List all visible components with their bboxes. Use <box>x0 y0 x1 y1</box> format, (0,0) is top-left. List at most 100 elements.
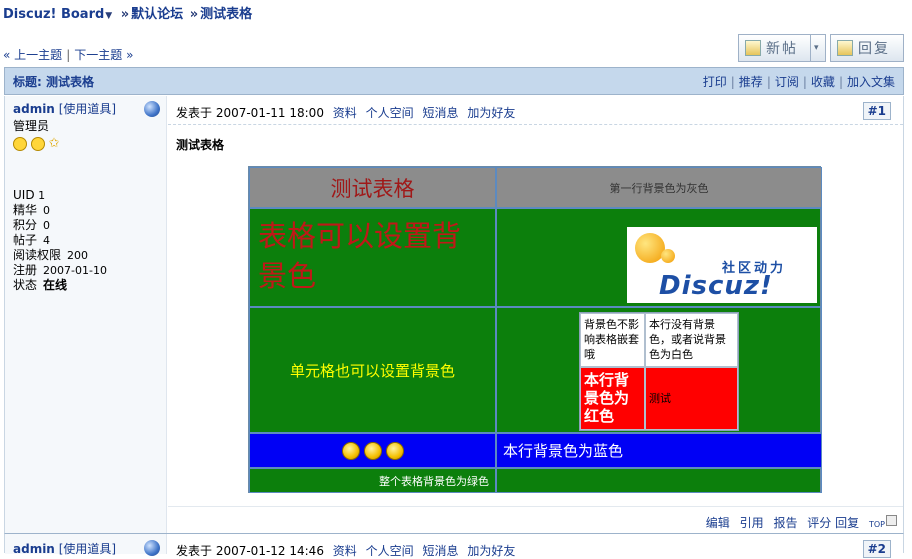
nested-cell: 本行背景色为红色 <box>580 367 645 430</box>
post-1: admin [使用道具] 管理员 ✩ UID 1 精华 0 积分 0 帖子 4 阅读权… <box>4 96 904 533</box>
breadcrumb-separator: » <box>189 7 199 22</box>
new-post-icon <box>745 40 761 56</box>
table-cell: 表格可以设置背景色 <box>249 208 496 307</box>
online-globe-icon <box>144 540 160 556</box>
author-name[interactable]: admin <box>13 102 55 116</box>
table-cell: 第一行背景色为灰色 <box>496 167 822 208</box>
thread-title-bar: 标题: 测试表格 打印 | 推荐 | 订阅 | 收藏 | 加入文集 <box>4 67 904 95</box>
prev-glyph: « <box>3 48 11 62</box>
stat-registered: 注册 2007-01-10 <box>13 263 107 277</box>
logo-text-word: Discuz! <box>659 271 773 301</box>
message-link[interactable]: 短消息 <box>422 106 458 120</box>
use-props-link[interactable]: [使用道具] <box>59 542 116 556</box>
discuz-logo: 社区动力 Discuz! <box>627 227 817 303</box>
add-friend-link[interactable]: 加为好友 <box>467 544 515 558</box>
rate-link[interactable]: 评分 <box>807 516 831 530</box>
next-thread-link[interactable]: 下一主题 <box>74 48 122 62</box>
smile-icon <box>13 136 27 151</box>
nav-divider: | <box>66 48 71 62</box>
space-link[interactable]: 个人空间 <box>366 544 414 558</box>
table-cell <box>249 433 496 468</box>
post-time: 发表于 2007-01-11 18:00 <box>176 106 324 120</box>
report-link[interactable]: 报告 <box>773 516 797 530</box>
star-icon: ✩ <box>48 136 60 151</box>
stat-digest: 精华 0 <box>13 203 51 217</box>
reply-label: 回复 <box>858 41 890 57</box>
table-cell <box>496 468 822 493</box>
subscribe-link[interactable]: 订阅 <box>775 75 799 89</box>
author-name[interactable]: admin <box>13 542 55 556</box>
reply-icon <box>837 40 853 56</box>
author-sidebar: admin [使用道具] <box>5 534 167 556</box>
new-post-dropdown[interactable]: ▾ <box>810 34 826 62</box>
favorite-link[interactable]: 收藏 <box>811 75 835 89</box>
edit-link[interactable]: 编辑 <box>706 516 730 530</box>
post-content: 发表于 2007-01-11 18:00 资料 个人空间 短消息 加为好友 #1… <box>168 96 903 533</box>
post-title: 测试表格 <box>176 138 225 152</box>
stat-read-permission: 阅读权限 200 <box>13 248 89 262</box>
author-role: 管理员 <box>13 119 50 133</box>
post-footer: 编辑 引用 报告 评分 回复 TOP <box>168 506 903 530</box>
nested-table: 背景色不影响表格嵌套哦 本行没有背景色，或者说背景色为白色 本行背景色为红色 测… <box>579 312 739 431</box>
use-props-link[interactable]: [使用道具] <box>59 102 116 116</box>
table-cell: 本行背景色为蓝色 <box>496 433 822 468</box>
table-cell: 单元格也可以设置背景色 <box>249 307 496 433</box>
table-cell: 社区动力 Discuz! <box>496 208 822 307</box>
smile-icon <box>30 136 45 151</box>
post-2: admin [使用道具] 发表于 2007-01-12 14:46 资料 个人空… <box>4 533 904 558</box>
demo-table: 测试表格 第一行背景色为灰色 表格可以设置背景色 社区动力 Discuz! 单元… <box>248 166 822 493</box>
nested-cell: 背景色不影响表格嵌套哦 <box>580 313 645 367</box>
space-link[interactable]: 个人空间 <box>366 106 414 120</box>
stat-credits: 积分 0 <box>13 218 51 232</box>
nested-cell: 测试 <box>645 367 738 430</box>
floor-number[interactable]: #1 <box>862 102 891 120</box>
recommend-link[interactable]: 推荐 <box>739 75 763 89</box>
prev-thread-link[interactable]: 上一主题 <box>14 48 62 62</box>
author-stats: UID 1 精华 0 积分 0 帖子 4 阅读权限 200 注册 2007-01-10 状… <box>13 188 107 293</box>
post-actions: 编辑 引用 报告 评分 回复 TOP <box>706 514 885 531</box>
stat-uid: UID 1 <box>13 188 46 202</box>
message-link[interactable]: 短消息 <box>422 544 458 558</box>
reply-link[interactable]: 回复 <box>835 516 859 530</box>
logo-bubble <box>661 249 675 263</box>
profile-link[interactable]: 资料 <box>333 544 357 558</box>
post-meta: 发表于 2007-01-11 18:00 资料 个人空间 短消息 加为好友 <box>176 104 515 121</box>
new-post-label: 新帖 <box>766 41 798 57</box>
emoticon-icon <box>341 441 360 460</box>
quote-link[interactable]: 引用 <box>740 516 764 530</box>
reply-button[interactable]: 回复 <box>830 34 904 62</box>
breadcrumb-forum[interactable]: 默认论坛 <box>131 7 183 22</box>
breadcrumb-separator: » <box>120 7 130 22</box>
table-cell: 背景色不影响表格嵌套哦 本行没有背景色，或者说背景色为白色 本行背景色为红色 测… <box>496 307 822 433</box>
breadcrumb-thread[interactable]: 测试表格 <box>200 7 252 22</box>
thread-navigation: « 上一主题 | 下一主题 » <box>3 46 133 63</box>
breadcrumb: Discuz! Board▼ » 默认论坛 » 测试表格 <box>3 3 252 22</box>
divider <box>168 124 903 125</box>
print-link[interactable]: 打印 <box>703 75 727 89</box>
post-meta: 发表于 2007-01-12 14:46 资料 个人空间 短消息 加为好友 <box>176 542 515 559</box>
nested-cell: 本行没有背景色，或者说背景色为白色 <box>645 313 738 367</box>
new-post-button[interactable]: 新帖 <box>738 34 818 62</box>
top-icon[interactable]: TOP <box>869 520 885 529</box>
add-to-collection-link[interactable]: 加入文集 <box>847 75 895 89</box>
next-glyph: » <box>126 48 134 62</box>
online-globe-icon <box>144 101 160 117</box>
profile-link[interactable]: 资料 <box>333 106 357 120</box>
thread-tools: 打印 | 推荐 | 订阅 | 收藏 | 加入文集 <box>702 74 895 89</box>
post-time: 发表于 2007-01-12 14:46 <box>176 544 324 558</box>
breadcrumb-forum-home[interactable]: Discuz! Board <box>3 7 104 22</box>
stat-status: 状态 在线 <box>13 278 68 292</box>
thread-title: 标题: 测试表格 <box>13 74 94 89</box>
chevron-down-icon[interactable]: ▼ <box>105 11 112 21</box>
add-friend-link[interactable]: 加为好友 <box>467 106 515 120</box>
stat-posts: 帖子 4 <box>13 233 51 247</box>
table-cell: 整个表格背景色为绿色 <box>249 468 496 493</box>
author-sidebar: admin [使用道具] 管理员 ✩ UID 1 精华 0 积分 0 帖子 4 阅读权… <box>5 96 167 533</box>
chevron-down-icon: ▾ <box>814 43 819 53</box>
emoticon-icon <box>385 441 404 460</box>
floor-number[interactable]: #2 <box>862 540 891 558</box>
rank-icons: ✩ <box>13 136 158 151</box>
select-post-checkbox[interactable] <box>886 515 897 526</box>
table-cell: 测试表格 <box>249 167 496 208</box>
emoticon-icon <box>363 441 382 460</box>
